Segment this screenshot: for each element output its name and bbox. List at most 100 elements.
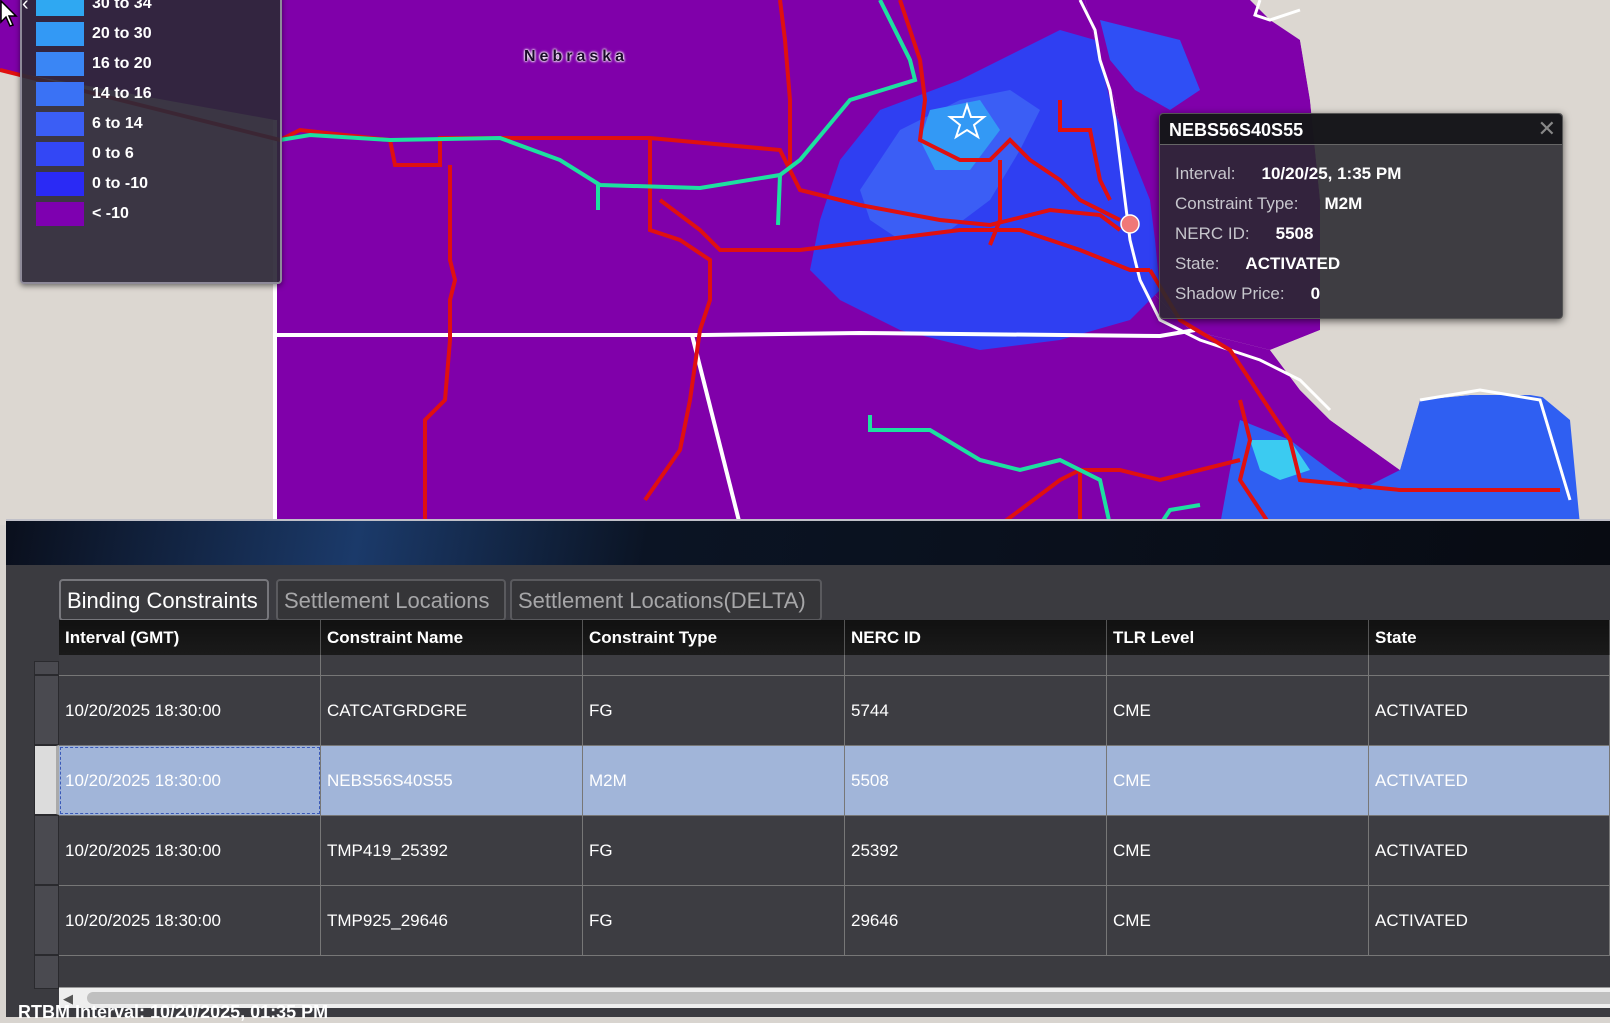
table-cell — [321, 655, 583, 675]
legend-label: 0 to 6 — [92, 145, 134, 162]
legend-item: 20 to 30 — [36, 22, 152, 46]
cell-constraint-name: CATCATGRDGRE — [321, 676, 583, 745]
popup-row: Interval: 10/20/25, 1:35 PM — [1175, 164, 1401, 184]
legend-item: 14 to 16 — [36, 82, 152, 106]
tab-settlement-locations-delta[interactable]: Settlement Locations(DELTA) — [510, 579, 822, 621]
legend-swatch — [36, 172, 84, 196]
popup-key: Constraint Type: — [1175, 194, 1299, 213]
table-cell — [1369, 655, 1610, 675]
cell-nerc-id: 25392 — [845, 816, 1107, 885]
legend-swatch — [36, 112, 84, 136]
legend-item: 6 to 14 — [36, 112, 143, 136]
column-header-constraint-name[interactable]: Constraint Name — [321, 620, 583, 655]
cell-interval: 10/20/2025 18:30:00 — [59, 816, 321, 885]
column-header-state[interactable]: State — [1369, 620, 1610, 655]
close-icon[interactable]: ✕ — [1538, 116, 1556, 142]
cell-tlr-level: CME — [1107, 676, 1369, 745]
legend-item: < -10 — [36, 202, 129, 226]
legend-item: 0 to 6 — [36, 142, 134, 166]
table-cell — [1107, 655, 1369, 675]
cell-constraint-type: FG — [583, 816, 845, 885]
column-header-tlr-level[interactable]: TLR Level — [1107, 620, 1369, 655]
rtbm-interval-status: RTBM Interval: 10/20/2025, 01:35 PM — [18, 1002, 329, 1022]
cell-nerc-id: 29646 — [845, 886, 1107, 955]
table-row[interactable]: 10/20/2025 18:30:00 TMP925_29646 FG 2964… — [59, 886, 1610, 956]
table-cell — [59, 655, 321, 675]
popup-title: NEBS56S40S55 — [1169, 120, 1304, 140]
popup-value: 10/20/25, 1:35 PM — [1261, 164, 1402, 183]
table-cell — [845, 655, 1107, 675]
row-header[interactable] — [34, 955, 59, 989]
popup-value: 5508 — [1275, 224, 1314, 243]
legend-item: 30 to 34 — [36, 0, 152, 16]
popup-key: Shadow Price: — [1175, 284, 1285, 303]
cell-constraint-type: FG — [583, 676, 845, 745]
table-row-selected[interactable]: 10/20/2025 18:30:00 NEBS56S40S55 M2M 550… — [59, 746, 1610, 816]
column-header-interval[interactable]: Interval (GMT) — [59, 620, 321, 655]
row-header-selected[interactable] — [34, 745, 59, 815]
cell-tlr-level: CME — [1107, 816, 1369, 885]
row-header[interactable] — [34, 815, 59, 885]
cell-constraint-type: FG — [583, 886, 845, 955]
legend-swatch — [36, 22, 84, 46]
legend-swatch — [36, 0, 84, 16]
legend-item: 16 to 20 — [36, 52, 152, 76]
table-row-partial[interactable] — [59, 655, 1610, 676]
column-header-constraint-type[interactable]: Constraint Type — [583, 620, 845, 655]
cell-nerc-id: 5744 — [845, 676, 1107, 745]
table-row[interactable]: 10/20/2025 18:30:00 TMP419_25392 FG 2539… — [59, 816, 1610, 886]
bottom-panel: Binding Constraints Settlement Locations… — [6, 519, 1610, 1022]
legend-label: 6 to 14 — [92, 115, 143, 132]
popup-row: Shadow Price: 0 — [1175, 284, 1320, 304]
tab-binding-constraints[interactable]: Binding Constraints — [59, 579, 269, 621]
table-cell — [583, 655, 845, 675]
legend-swatch — [36, 202, 84, 226]
legend-label: 20 to 30 — [92, 25, 152, 42]
row-header[interactable] — [34, 661, 59, 675]
cell-interval: 10/20/2025 18:30:00 — [59, 886, 321, 955]
map-view[interactable]: Nebraska ‹ 30 to 34 20 to 30 16 to 20 14… — [0, 0, 1610, 525]
legend-label: 0 to -10 — [92, 175, 149, 192]
legend-label: 30 to 34 — [92, 0, 152, 12]
popup-value: 0 — [1310, 284, 1321, 303]
tab-settlement-locations[interactable]: Settlement Locations — [276, 579, 506, 621]
cell-constraint-name: NEBS56S40S55 — [321, 746, 583, 815]
popup-row: State: ACTIVATED — [1175, 254, 1340, 274]
cell-state: ACTIVATED — [1369, 746, 1610, 815]
legend-swatch — [36, 142, 84, 166]
popup-key: NERC ID: — [1175, 224, 1250, 243]
mouse-cursor-icon — [0, 0, 18, 27]
cell-constraint-name: TMP925_29646 — [321, 886, 583, 955]
popup-key: State: — [1175, 254, 1220, 273]
legend-label: 14 to 16 — [92, 85, 152, 102]
binding-constraints-grid: Interval (GMT) Constraint Name Constrain… — [59, 620, 1610, 990]
popup-row: Constraint Type: M2M — [1175, 194, 1362, 214]
legend-item: 0 to -10 — [36, 172, 148, 196]
cell-state: ACTIVATED — [1369, 886, 1610, 955]
legend-label: < -10 — [92, 205, 129, 222]
popup-row: NERC ID: 5508 — [1175, 224, 1313, 244]
table-row[interactable]: 10/20/2025 18:30:00 CATCATGRDGRE FG 5744… — [59, 676, 1610, 746]
cell-tlr-level: CME — [1107, 746, 1369, 815]
popup-value: ACTIVATED — [1245, 254, 1341, 273]
cell-state: ACTIVATED — [1369, 816, 1610, 885]
legend-label: 16 to 20 — [92, 55, 152, 72]
legend-swatch — [36, 82, 84, 106]
state-label: Nebraska — [524, 48, 629, 65]
row-header[interactable] — [34, 885, 59, 955]
legend-swatch — [36, 52, 84, 76]
cell-state: ACTIVATED — [1369, 676, 1610, 745]
popup-value: M2M — [1324, 194, 1363, 213]
constraint-popup: NEBS56S40S55 ✕ Interval: 10/20/25, 1:35 … — [1159, 113, 1563, 319]
cell-tlr-level: CME — [1107, 886, 1369, 955]
cell-nerc-id: 5508 — [845, 746, 1107, 815]
cell-constraint-name: TMP419_25392 — [321, 816, 583, 885]
map-legend: ‹ 30 to 34 20 to 30 16 to 20 14 to 16 6 … — [20, 0, 282, 284]
cell-constraint-type: M2M — [583, 746, 845, 815]
cell-interval: 10/20/2025 18:30:00 — [59, 746, 321, 815]
popup-key: Interval: — [1175, 164, 1236, 183]
row-header[interactable] — [34, 675, 59, 745]
constraint-marker-icon — [1120, 214, 1140, 234]
column-header-nerc-id[interactable]: NERC ID — [845, 620, 1107, 655]
cell-interval: 10/20/2025 18:30:00 — [59, 676, 321, 745]
